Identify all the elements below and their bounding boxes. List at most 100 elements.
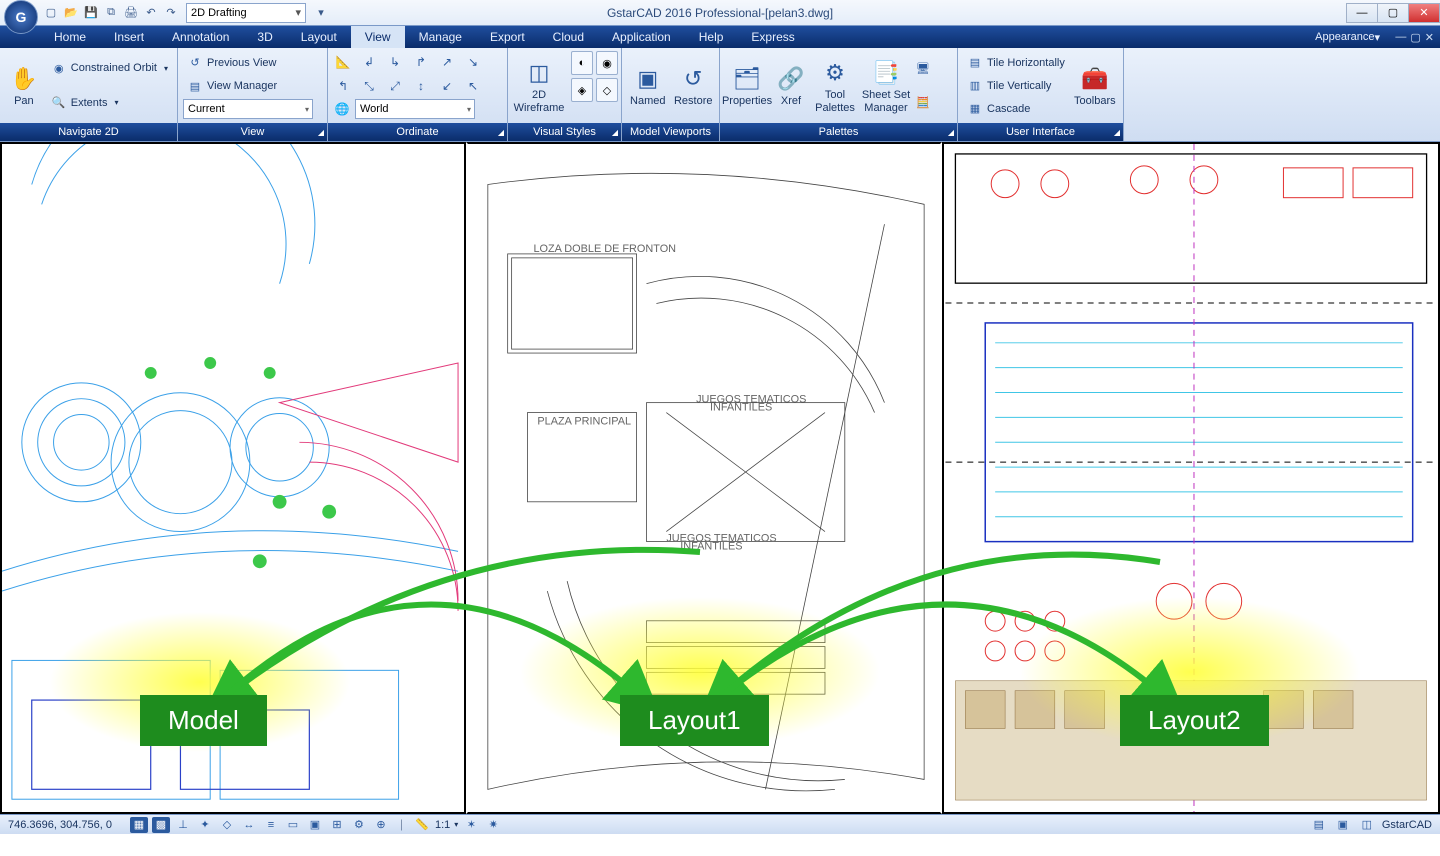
ucs-dropdown[interactable]: World <box>355 99 475 119</box>
previous-view-button[interactable]: ↺Previous View <box>183 52 322 74</box>
pan-button[interactable]: ✋ Pan <box>3 51 45 120</box>
tile-h-button[interactable]: ▤Tile Horizontally <box>963 52 1069 74</box>
orbit-button[interactable]: ◉Constrained Orbit▾ <box>47 57 172 79</box>
tab-annotation[interactable]: Annotation <box>158 26 243 48</box>
scale-icon[interactable]: 📏 <box>413 817 431 833</box>
print-icon[interactable]: 🖨 <box>122 4 140 22</box>
tab-insert[interactable]: Insert <box>100 26 158 48</box>
appearance-menu[interactable]: Appearance ▾ <box>1315 26 1380 48</box>
layout-switch-icon[interactable]: ▤ <box>1310 817 1328 833</box>
mdi-restore-icon[interactable]: ▢ <box>1410 31 1420 44</box>
tab-home[interactable]: Home <box>40 26 100 48</box>
ucs-icon[interactable]: ↳ <box>383 51 407 73</box>
ribbon-tabs: Home Insert Annotation 3D Layout View Ma… <box>0 26 1440 48</box>
pan-icon: ✋ <box>8 63 40 95</box>
named-vp-icon: ▣ <box>632 63 664 95</box>
layout-switch-icon[interactable]: ▣ <box>1334 817 1352 833</box>
ucs-icon[interactable]: ↙ <box>435 75 459 97</box>
qat-more-icon[interactable]: ▾ <box>312 4 330 22</box>
tab-3d[interactable]: 3D <box>243 26 286 48</box>
orbit-icon: ◉ <box>51 60 67 76</box>
ucs-icon[interactable]: ↖ <box>461 75 485 97</box>
dyn-toggle[interactable]: ▭ <box>284 817 302 833</box>
vs-icon[interactable]: ◇ <box>596 78 618 102</box>
new-icon[interactable]: ▢ <box>42 4 60 22</box>
tab-application[interactable]: Application <box>598 26 685 48</box>
panel-visual-styles: ◫ 2D Wireframe ◐◉ ◈◇ Visual Styles◢ <box>508 48 622 141</box>
vs-icon[interactable]: ◐ <box>571 51 593 75</box>
ucs-world-icon[interactable]: 🌐 <box>331 102 353 116</box>
ucs-icon[interactable]: ↰ <box>331 75 355 97</box>
palette-aux-icon[interactable]: 🖥 <box>915 57 931 79</box>
status-bar: 746.3696, 304.756, 0 ▦ ▩ ⊥ ✦ ◇ ↔ ≡ ▭ ▣ ⊞… <box>0 814 1440 834</box>
tab-help[interactable]: Help <box>685 26 738 48</box>
undo-icon[interactable]: ↶ <box>142 4 160 22</box>
workspace-dropdown[interactable]: 2D Drafting <box>186 3 306 23</box>
view-manager-button[interactable]: ▤View Manager <box>183 75 322 97</box>
current-view-dropdown[interactable]: Current <box>183 99 313 119</box>
tab-cloud[interactable]: Cloud <box>539 26 598 48</box>
status-toggle[interactable]: ⊕ <box>372 817 390 833</box>
minimize-button[interactable]: — <box>1346 3 1378 23</box>
grid-toggle[interactable]: ▩ <box>152 817 170 833</box>
mdi-min-icon[interactable]: — <box>1395 31 1406 43</box>
tab-view[interactable]: View <box>351 26 405 48</box>
ucs-icon[interactable]: ↲ <box>357 51 381 73</box>
tool-palettes-button[interactable]: ⚙Tool Palettes <box>811 51 859 120</box>
status-toggle[interactable]: ⊞ <box>328 817 346 833</box>
status-toggle[interactable]: ⚙ <box>350 817 368 833</box>
osnap-toggle[interactable]: ◇ <box>218 817 236 833</box>
ucs-icon[interactable]: ↕ <box>409 75 433 97</box>
ucs-icon[interactable]: ↘ <box>461 51 485 73</box>
annotation-scale[interactable]: 1:1 <box>435 819 450 831</box>
xref-button[interactable]: 🔗Xref <box>771 51 811 120</box>
otrack-toggle[interactable]: ↔ <box>240 817 258 833</box>
restore-viewports-button[interactable]: ↺ Restore <box>671 51 717 120</box>
tile-v-button[interactable]: ▥Tile Vertically <box>963 75 1069 97</box>
extents-button[interactable]: 🔍Extents▾ <box>47 92 172 114</box>
layout-switch-icon[interactable]: ◫ <box>1358 817 1376 833</box>
lineweight-toggle[interactable]: ≡ <box>262 817 280 833</box>
tile-v-icon: ▥ <box>967 78 983 94</box>
app-menu-button[interactable]: G <box>4 0 38 34</box>
named-viewports-button[interactable]: ▣ Named <box>625 51 671 120</box>
status-toggle[interactable]: ✶ <box>462 817 480 833</box>
open-icon[interactable]: 📂 <box>62 4 80 22</box>
panel-user-interface: ▤Tile Horizontally ▥Tile Vertically ▦Cas… <box>958 48 1124 141</box>
vs-icon[interactable]: ◉ <box>596 51 618 75</box>
ucs-icon[interactable]: ⤡ <box>357 75 381 97</box>
quick-access-toolbar: ▢ 📂 💾 ⧉ 🖨 ↶ ↷ 2D Drafting ▾ <box>0 3 334 23</box>
title-bar: ▢ 📂 💾 ⧉ 🖨 ↶ ↷ 2D Drafting ▾ GstarCAD 201… <box>0 0 1440 26</box>
coordinates-readout: 746.3696, 304.756, 0 <box>0 819 120 831</box>
maximize-button[interactable]: ▢ <box>1377 3 1409 23</box>
snap-toggle[interactable]: ▦ <box>130 817 148 833</box>
status-toggle[interactable]: ✷ <box>484 817 502 833</box>
toolbars-icon: 🧰 <box>1079 63 1111 95</box>
drawing-area[interactable]: LOZA DOBLE DE FRONTON PLAZA PRINCIPAL JU… <box>0 142 1440 814</box>
save-icon[interactable]: 💾 <box>82 4 100 22</box>
polar-toggle[interactable]: ✦ <box>196 817 214 833</box>
mdi-close-icon[interactable]: ✕ <box>1425 31 1434 44</box>
tab-manage[interactable]: Manage <box>405 26 476 48</box>
toolbars-button[interactable]: 🧰Toolbars <box>1071 51 1119 120</box>
palette-aux-icon[interactable]: 🧮 <box>915 92 931 114</box>
vs-icon[interactable]: ◈ <box>571 78 593 102</box>
ucs-icon[interactable]: ⤢ <box>383 75 407 97</box>
tool-palette-icon: ⚙ <box>819 57 851 89</box>
saveall-icon[interactable]: ⧉ <box>102 4 120 22</box>
redo-icon[interactable]: ↷ <box>162 4 180 22</box>
ucs-icon[interactable]: 📐 <box>331 51 355 73</box>
cascade-button[interactable]: ▦Cascade <box>963 98 1069 120</box>
close-button[interactable]: ✕ <box>1408 3 1440 23</box>
ucs-icon[interactable]: ↗ <box>435 51 459 73</box>
tab-layout[interactable]: Layout <box>287 26 351 48</box>
properties-button[interactable]: 🗂Properties <box>723 51 771 120</box>
tab-export[interactable]: Export <box>476 26 539 48</box>
model-toggle[interactable]: ▣ <box>306 817 324 833</box>
tab-express[interactable]: Express <box>737 26 808 48</box>
cascade-icon: ▦ <box>967 101 983 117</box>
wireframe-button[interactable]: ◫ 2D Wireframe <box>511 51 567 120</box>
ucs-icon[interactable]: ↱ <box>409 51 433 73</box>
ortho-toggle[interactable]: ⊥ <box>174 817 192 833</box>
sheetset-button[interactable]: 📑Sheet Set Manager <box>859 51 913 120</box>
